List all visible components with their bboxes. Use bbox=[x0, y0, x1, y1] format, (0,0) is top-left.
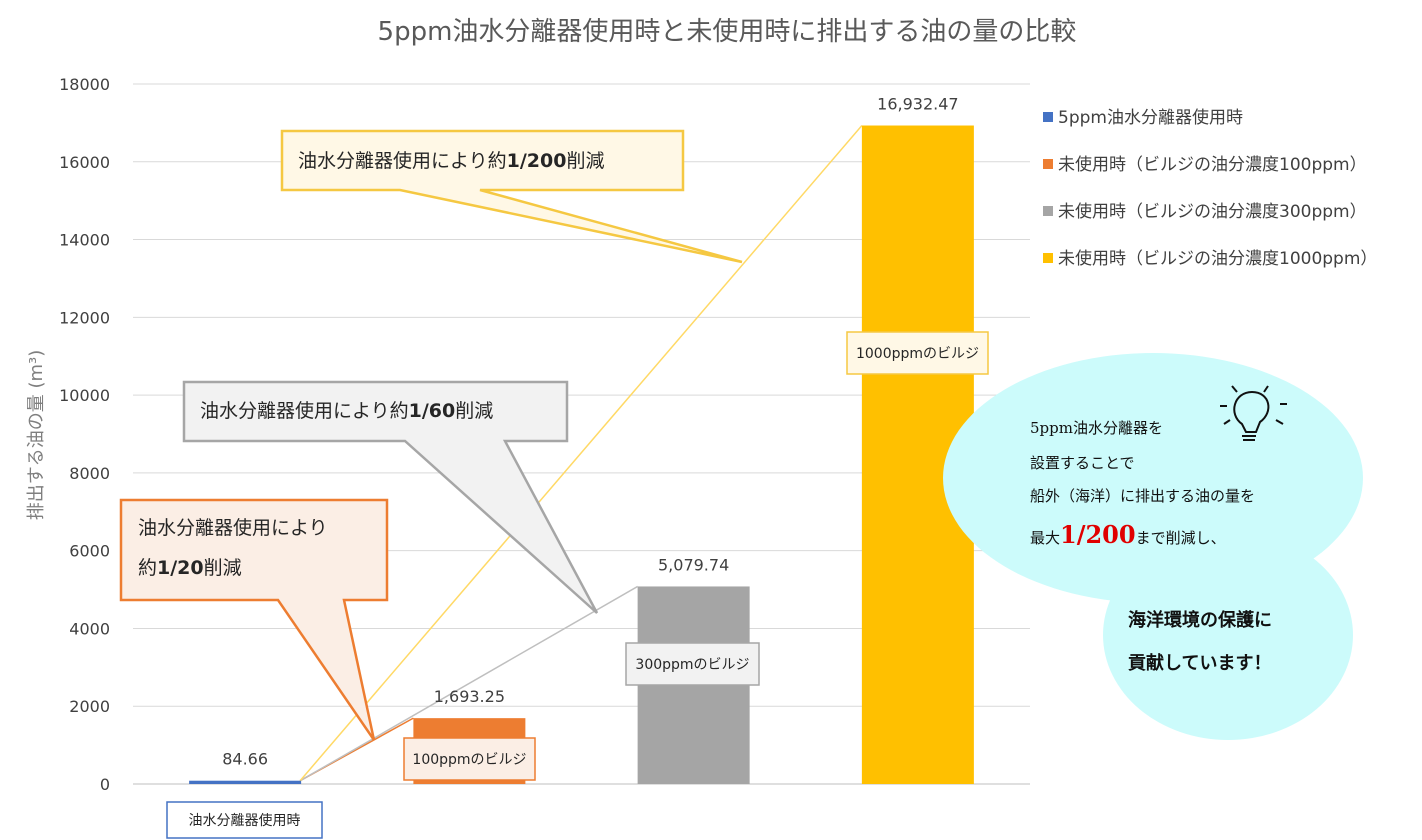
chart-title: 5ppm油水分離器使用時と未使用時に排出する油の量の比較 bbox=[378, 17, 1077, 47]
legend-entry: 未使用時（ビルジの油分濃度100ppm） bbox=[1058, 154, 1367, 175]
bubble-line-5: 海洋環境の保護に bbox=[1128, 609, 1272, 631]
y-axis-ticks: 0 2000 4000 6000 8000 10000 12000 14000 16000 180… bbox=[59, 75, 110, 794]
callout-1-60-text: 油水分離器使用により約1/60削減 bbox=[200, 400, 493, 422]
legend-swatch bbox=[1043, 159, 1053, 169]
y-tick-label: 12000 bbox=[59, 308, 110, 327]
y-tick-label: 2000 bbox=[69, 697, 110, 716]
legend-swatch bbox=[1043, 112, 1053, 122]
callout-1-20-line1: 油水分離器使用により bbox=[138, 517, 328, 539]
legend-swatch bbox=[1043, 253, 1053, 263]
bar-tag-text: 1000ppmのビルジ bbox=[856, 346, 979, 362]
data-label: 1,693.25 bbox=[434, 687, 505, 706]
legend-entry: 未使用時（ビルジの油分濃度1000ppm） bbox=[1058, 248, 1377, 269]
bar bbox=[189, 780, 302, 784]
y-tick-label: 0 bbox=[100, 775, 110, 794]
callout-1-20: 油水分離器使用により 約1/20削減 bbox=[119, 498, 389, 741]
legend: 5ppm油水分離器使用時未使用時（ビルジの油分濃度100ppm） 未使用時（ビルジ… bbox=[1043, 107, 1377, 269]
y-tick-label: 8000 bbox=[69, 464, 110, 483]
bar-tag-text: 100ppmのビルジ bbox=[412, 752, 526, 768]
y-tick-label: 10000 bbox=[59, 386, 110, 405]
y-tick-label: 16000 bbox=[59, 153, 110, 172]
legend-swatch bbox=[1043, 206, 1053, 216]
y-tick-label: 14000 bbox=[59, 231, 110, 250]
callout-1-20-line2: 約1/20削減 bbox=[138, 557, 242, 579]
bubble-line-1: 5ppm油水分離器を bbox=[1030, 419, 1163, 437]
y-tick-label: 6000 bbox=[69, 542, 110, 561]
callout-1-200: 油水分離器使用により約1/200削減 bbox=[280, 129, 743, 264]
data-label: 16,932.47 bbox=[877, 95, 958, 114]
legend-entry: 5ppm油水分離器使用時 bbox=[1058, 107, 1243, 128]
bubble-line-6: 貢献しています！ bbox=[1128, 652, 1271, 674]
data-label: 84.66 bbox=[222, 750, 268, 769]
y-tick-label: 18000 bbox=[59, 75, 110, 94]
y-axis-label: 排出する油の量 (m³) bbox=[26, 350, 47, 521]
bubble-line-3: 船外（海洋）に排出する油の量を bbox=[1030, 487, 1255, 505]
bubble-line-2: 設置することで bbox=[1030, 454, 1135, 472]
bar-tag-text: 300ppmのビルジ bbox=[635, 657, 749, 673]
callout-1-200-text: 油水分離器使用により約1/200削減 bbox=[298, 150, 604, 172]
y-tick-label: 4000 bbox=[69, 619, 110, 638]
legend-entry: 未使用時（ビルジの油分濃度300ppm） bbox=[1058, 201, 1367, 222]
data-label: 5,079.74 bbox=[658, 555, 729, 574]
speech-bubble: 5ppm油水分離器を 設置することで 船外（海洋）に排出する油の量を 最大1/2… bbox=[943, 353, 1363, 740]
oil-discharge-chart: 5ppm油水分離器使用時と未使用時に排出する油の量の比較 0 2000 4000 60… bbox=[26, 17, 1377, 839]
bar-tag-text: 油水分離器使用時 bbox=[189, 812, 301, 829]
